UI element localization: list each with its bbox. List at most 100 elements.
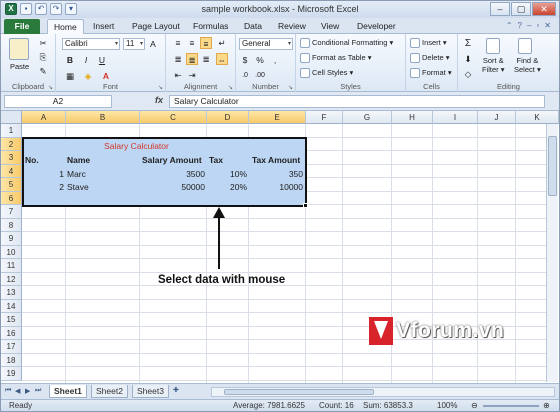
align-bottom-icon[interactable]: ≡ (200, 37, 212, 49)
vertical-scrollbar[interactable] (546, 124, 558, 382)
alignment-launcher-icon[interactable]: ↘ (228, 84, 233, 91)
conditional-formatting-button[interactable]: Conditional Formatting ▾ (300, 38, 393, 49)
row-header[interactable]: 12 (1, 272, 22, 286)
row-header[interactable]: 16 (1, 326, 22, 340)
paste-icon[interactable] (9, 38, 29, 60)
cell-tax[interactable]: 20% (207, 182, 247, 192)
cell-name[interactable]: Marc (67, 169, 86, 179)
tab-developer[interactable]: Developer (357, 21, 396, 31)
insert-sheet-icon[interactable]: ✚ (173, 386, 179, 394)
row-header[interactable]: 9 (1, 232, 22, 246)
cut-icon[interactable]: ✂ (37, 37, 49, 49)
sort-filter-icon[interactable] (486, 38, 500, 54)
insert-cells-button[interactable]: Insert ▾ (410, 38, 447, 49)
increase-decimal-icon[interactable]: .0 (239, 70, 251, 82)
clipboard-launcher-icon[interactable]: ↘ (48, 84, 53, 91)
paste-button[interactable]: Paste (10, 62, 29, 71)
comma-icon[interactable]: , (269, 54, 281, 66)
align-center-icon[interactable]: ≣ (186, 53, 198, 65)
row-header[interactable]: 14 (1, 299, 22, 313)
align-middle-icon[interactable]: ≡ (186, 37, 198, 49)
decrease-decimal-icon[interactable]: .00 (254, 70, 266, 82)
font-size-combo[interactable]: 11 ▾ (123, 38, 145, 50)
workbook-close-icon[interactable]: ✕ (544, 21, 551, 30)
format-as-table-button[interactable]: Format as Table ▾ (300, 53, 372, 64)
cell-no[interactable]: 2 (22, 182, 64, 192)
name-box[interactable]: A2 (4, 95, 112, 108)
row-header[interactable]: 11 (1, 259, 22, 273)
delete-cells-button[interactable]: Delete ▾ (410, 53, 450, 64)
minimize-button[interactable]: – (490, 2, 510, 16)
cell-salary[interactable]: 50000 (140, 182, 205, 192)
column-header-j[interactable]: J (478, 111, 516, 124)
cell-title[interactable]: Salary Calculator (66, 141, 207, 151)
header-tax-amount[interactable]: Tax Amount (252, 155, 300, 165)
row-header[interactable]: 10 (1, 245, 22, 259)
tab-home[interactable]: Home (47, 19, 84, 35)
tab-page-layout[interactable]: Page Layout (132, 21, 180, 31)
font-color-icon[interactable]: A (100, 70, 112, 82)
row-header[interactable]: 4 (1, 164, 22, 178)
row-header[interactable]: 13 (1, 286, 22, 300)
help-icon[interactable]: ? (518, 21, 522, 30)
first-sheet-icon[interactable]: ⏮ (5, 387, 11, 395)
minimize-ribbon-icon[interactable]: ⌃ (506, 21, 513, 30)
sheet-tab-3[interactable]: Sheet3 (132, 385, 169, 398)
row-header[interactable]: 2 (1, 137, 22, 151)
vertical-scroll-thumb[interactable] (548, 136, 557, 196)
row-header[interactable]: 6 (1, 191, 22, 205)
zoom-out-icon[interactable]: ⊖ (471, 400, 478, 411)
find-select-icon[interactable] (518, 38, 532, 54)
workbook-restore-icon[interactable]: ▫ (536, 21, 539, 30)
zoom-in-icon[interactable]: ⊕ (543, 400, 550, 411)
row-header[interactable]: 19 (1, 367, 22, 381)
row-header[interactable]: 1 (1, 124, 22, 138)
row-header[interactable]: 3 (1, 151, 22, 165)
cell-name[interactable]: Stave (67, 182, 89, 192)
decrease-indent-icon[interactable]: ⇤ (172, 69, 184, 81)
column-header-f[interactable]: F (306, 111, 343, 124)
tab-insert[interactable]: Insert (93, 21, 114, 31)
fill-handle[interactable] (303, 203, 308, 208)
align-top-icon[interactable]: ≡ (172, 37, 184, 49)
fill-icon[interactable]: ⬇ (462, 53, 474, 65)
autosum-icon[interactable]: Σ (462, 38, 474, 50)
fill-color-icon[interactable]: ◈ (82, 70, 94, 82)
italic-icon[interactable]: I (80, 54, 92, 66)
align-left-icon[interactable]: ≣ (172, 53, 184, 65)
insert-function-icon[interactable]: fx (155, 95, 163, 105)
column-header-h[interactable]: H (392, 111, 433, 124)
row-header[interactable]: 5 (1, 178, 22, 192)
header-salary-amount[interactable]: Salary Amount (142, 155, 202, 165)
header-tax[interactable]: Tax (209, 155, 223, 165)
column-header-a[interactable]: A (22, 111, 66, 124)
column-header-k[interactable]: K (516, 111, 559, 124)
sheet-tab-2[interactable]: Sheet2 (91, 385, 128, 398)
formula-input[interactable]: Salary Calculator (169, 95, 545, 108)
last-sheet-icon[interactable]: ⏭ (35, 387, 41, 395)
font-launcher-icon[interactable]: ↘ (158, 84, 163, 91)
header-no[interactable]: No. (25, 155, 39, 165)
font-name-combo[interactable]: Calibri ▾ (62, 38, 120, 50)
row-header[interactable]: 15 (1, 313, 22, 327)
row-header[interactable]: 7 (1, 205, 22, 219)
workbook-minimize-icon[interactable]: – (527, 21, 531, 30)
cell-styles-button[interactable]: Cell Styles ▾ (300, 68, 353, 79)
column-header-d[interactable]: D (207, 111, 249, 124)
tab-view[interactable]: View (321, 21, 339, 31)
cell-tax-amount[interactable]: 10000 (249, 182, 303, 192)
cell-salary[interactable]: 3500 (140, 169, 205, 179)
cell-no[interactable]: 1 (22, 169, 64, 179)
copy-icon[interactable]: ⎘ (37, 51, 49, 63)
select-all-button[interactable] (1, 111, 22, 124)
merge-center-icon[interactable]: ⇔ (216, 53, 228, 65)
row-header[interactable]: 8 (1, 218, 22, 232)
next-sheet-icon[interactable]: ▶ (25, 387, 30, 395)
bold-icon[interactable]: B (64, 54, 76, 66)
horizontal-scroll-thumb[interactable] (224, 389, 374, 395)
sort-filter-button[interactable]: Sort & Filter ▾ (482, 56, 505, 74)
column-header-e[interactable]: E (249, 111, 306, 124)
format-painter-icon[interactable]: ✎ (37, 65, 49, 77)
row-header[interactable]: 17 (1, 340, 22, 354)
number-launcher-icon[interactable]: ↘ (288, 84, 293, 91)
